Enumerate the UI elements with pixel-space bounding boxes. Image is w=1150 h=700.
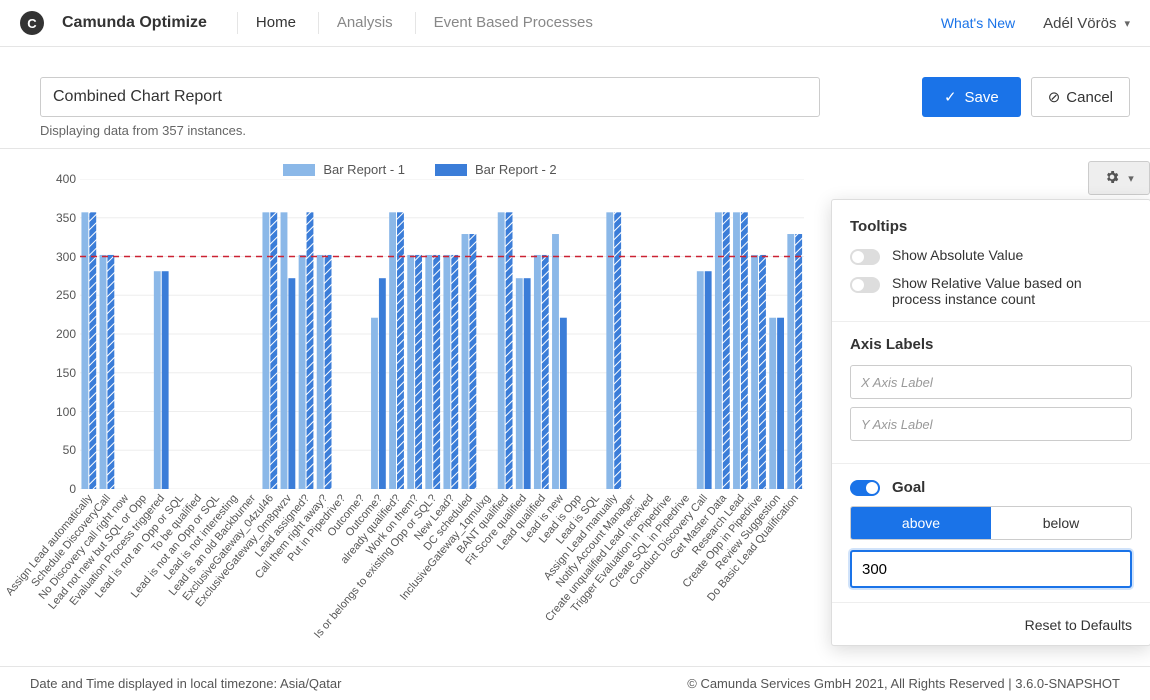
report-header: ✓ Save ⊘ Cancel	[0, 47, 1150, 121]
top-bar: C Camunda Optimize Home Analysis Event B…	[0, 0, 1150, 47]
y-tick: 50	[63, 443, 76, 457]
save-label: Save	[965, 89, 999, 106]
goal-heading: Goal	[892, 479, 925, 496]
seg-above[interactable]: above	[851, 507, 991, 539]
toggle-absolute-value[interactable]	[850, 249, 880, 265]
chart-legend: Bar Report - 1 Bar Report - 2	[20, 159, 820, 179]
x-axis-labels: Assign Lead automaticallySchedule Discov…	[80, 489, 804, 669]
gear-icon	[1104, 169, 1120, 188]
toggle-relative-label: Show Relative Value based on process ins…	[892, 275, 1132, 307]
legend-label-1: Bar Report - 1	[323, 162, 405, 177]
y-tick: 0	[69, 482, 76, 496]
chevron-down-icon: ▾	[1124, 17, 1130, 30]
reset-to-defaults[interactable]: Reset to Defaults	[850, 617, 1132, 633]
cancel-button[interactable]: ⊘ Cancel	[1031, 77, 1130, 117]
axis-labels-heading: Axis Labels	[850, 336, 1132, 353]
brand-name: Camunda Optimize	[62, 14, 207, 32]
y-tick: 300	[56, 250, 76, 264]
footer-right: © Camunda Services GmbH 2021, All Rights…	[687, 676, 1120, 691]
y-tick: 100	[56, 405, 76, 419]
goal-direction-segment[interactable]: above below	[850, 506, 1132, 540]
chart-svg	[80, 179, 804, 489]
goal-value-input[interactable]	[850, 550, 1132, 588]
chart-area: Bar Report - 1 Bar Report - 2 0 50 100 150 2…	[0, 149, 820, 675]
toggle-relative-value[interactable]	[850, 277, 880, 293]
chart-settings-button[interactable]: ▾	[1088, 161, 1150, 195]
tooltips-heading: Tooltips	[850, 218, 1132, 235]
nav-analysis[interactable]: Analysis	[318, 12, 411, 34]
report-subhead: Displaying data from 357 instances.	[0, 121, 1150, 149]
y-tick: 400	[56, 172, 76, 186]
whats-new-link[interactable]: What's New	[941, 15, 1015, 31]
user-name: Adél Vörös	[1043, 15, 1116, 32]
y-tick: 250	[56, 288, 76, 302]
legend-label-2: Bar Report - 2	[475, 162, 557, 177]
seg-below[interactable]: below	[991, 507, 1131, 539]
footer: Date and Time displayed in local timezon…	[0, 666, 1150, 700]
brand-logo: C	[20, 11, 44, 35]
user-menu[interactable]: Adél Vörös ▾	[1043, 15, 1130, 32]
x-axis-label-input[interactable]	[850, 365, 1132, 399]
y-tick: 150	[56, 366, 76, 380]
save-button[interactable]: ✓ Save	[922, 77, 1021, 117]
nav-home[interactable]: Home	[237, 12, 314, 34]
legend-swatch-2	[435, 164, 467, 176]
chart-settings-panel: Tooltips Show Absolute Value Show Relati…	[831, 199, 1150, 646]
chevron-down-icon: ▾	[1128, 172, 1134, 185]
toggle-goal[interactable]	[850, 480, 880, 496]
legend-swatch-1	[283, 164, 315, 176]
y-axis: 050100150200250300350400	[40, 179, 80, 489]
y-tick: 200	[56, 327, 76, 341]
report-title-input[interactable]	[40, 77, 820, 117]
nav-event-based-processes[interactable]: Event Based Processes	[415, 12, 611, 34]
cancel-label: Cancel	[1066, 89, 1113, 106]
check-icon: ✓	[944, 88, 957, 106]
footer-left: Date and Time displayed in local timezon…	[30, 676, 341, 691]
main-nav: Home Analysis Event Based Processes	[237, 12, 611, 34]
cancel-icon: ⊘	[1048, 88, 1061, 106]
y-axis-label-input[interactable]	[850, 407, 1132, 441]
toggle-absolute-label: Show Absolute Value	[892, 247, 1023, 263]
y-tick: 350	[56, 211, 76, 225]
